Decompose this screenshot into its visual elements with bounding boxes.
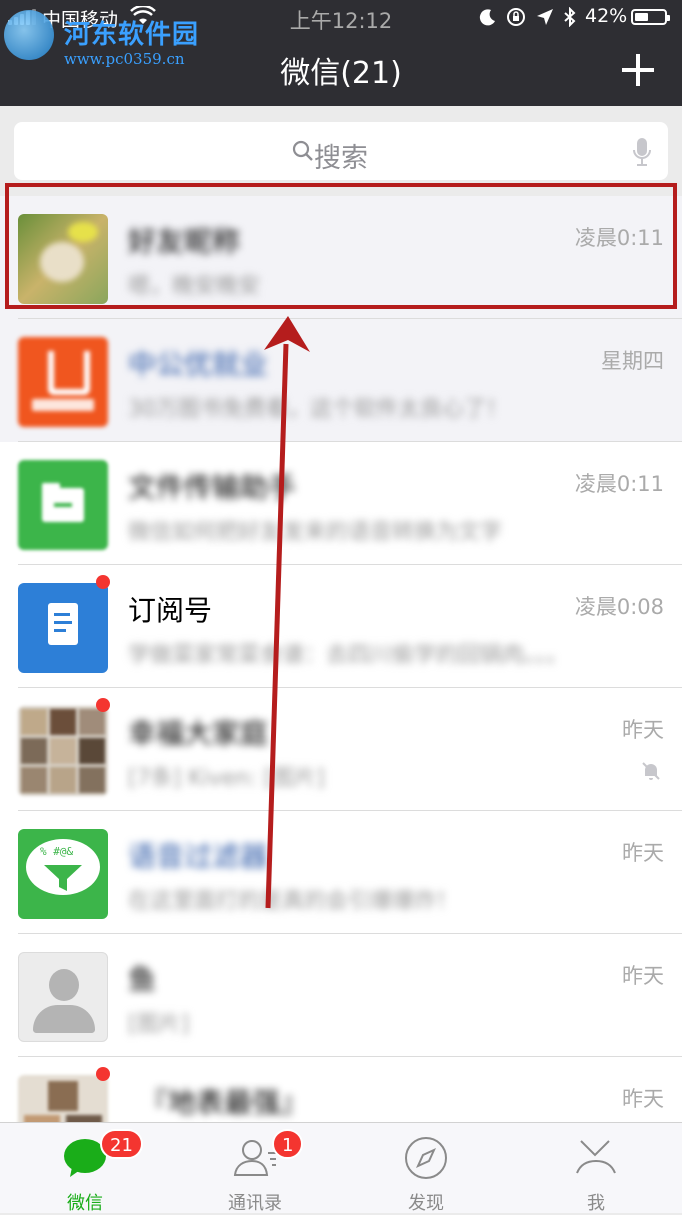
search-input[interactable]: 搜索	[14, 122, 668, 180]
tab-badge: 21	[100, 1129, 143, 1159]
unread-dot	[96, 575, 110, 589]
chat-row[interactable]: 『地表最强』 昨天	[0, 1057, 682, 1122]
group-avatar	[18, 706, 108, 796]
group-avatar-2	[18, 1075, 108, 1122]
chat-time: 星期四	[601, 349, 664, 373]
watermark: 河东软件园 www.pc0359.cn	[4, 6, 214, 68]
chat-time: 昨天	[622, 841, 664, 865]
chat-name: 幸福大家庭	[128, 717, 269, 750]
chat-name: 订阅号	[128, 594, 213, 627]
tab-discover[interactable]: 发现	[341, 1123, 511, 1214]
tab-chats[interactable]: 21 微信	[0, 1123, 170, 1214]
chat-time: 昨天	[622, 964, 664, 988]
chat-row[interactable]: 文件传输助手 微信如何把好友发来的语音转换为文字 凌晨0:11	[0, 442, 682, 565]
watermark-logo-icon	[4, 10, 54, 60]
mic-icon[interactable]	[632, 136, 652, 168]
subscription-avatar	[18, 583, 108, 673]
tab-label: 微信	[67, 1193, 103, 1214]
brand-u-avatar	[18, 337, 108, 427]
chat-time: 凌晨0:08	[574, 595, 664, 619]
unread-dot	[96, 698, 110, 712]
tab-bar: 21 微信 1 通讯录 发现 我	[0, 1122, 682, 1214]
tab-label: 发现	[408, 1193, 444, 1214]
top-bar: 中国移动 上午12:12 42% 微信(21) 河东软件园 www.pc0359…	[0, 0, 682, 106]
battery-percent: 42%	[585, 5, 628, 27]
tab-me[interactable]: 我	[511, 1123, 681, 1214]
bluetooth-icon	[564, 7, 576, 27]
chat-name: 鱼	[128, 963, 157, 996]
watermark-url: www.pc0359.cn	[64, 50, 185, 68]
chat-time: 昨天	[622, 718, 664, 742]
default-person-avatar	[18, 952, 108, 1042]
unread-dot	[96, 1067, 110, 1081]
chat-time: 昨天	[622, 1087, 664, 1111]
tab-label: 我	[587, 1193, 605, 1214]
chat-name: 语音过滤器	[128, 840, 269, 873]
chat-row[interactable]: 中公优就业 30万图书免费看，这个软件太良心了！ 星期四	[0, 319, 682, 442]
chat-preview: [7条] Kiven: [图片]	[128, 766, 325, 791]
location-icon	[537, 9, 553, 25]
chat-preview: 在这里面打的是真的会引爆爆炸！	[128, 889, 459, 914]
chat-preview: 30万图书免费看，这个软件太良心了！	[128, 397, 508, 422]
folder-avatar	[18, 460, 108, 550]
chat-row[interactable]: 幸福大家庭 [7条] Kiven: [图片] 昨天	[0, 688, 682, 811]
chat-list: 好友昵称 嗯，晚安晚安 凌晨0:11 中公优就业 30万图书免费看，这个软件太良…	[0, 196, 682, 1122]
watermark-name: 河东软件园	[64, 20, 200, 50]
annotation-highlight-box	[5, 183, 677, 309]
battery-icon	[631, 9, 670, 25]
rotation-lock-icon	[507, 8, 525, 26]
chat-row[interactable]: 订阅号 学做菜家常菜食谱：去四川偷学的回锅肉。。。 凌晨0:08	[0, 565, 682, 688]
tab-badge: 1	[272, 1129, 304, 1159]
funnel-avatar: % #@&	[18, 829, 108, 919]
chat-name: 『地表最强』	[140, 1086, 309, 1119]
search-area: 搜索	[0, 106, 682, 194]
compass-icon	[405, 1137, 447, 1179]
moon-icon	[479, 9, 495, 26]
search-placeholder: 搜索	[314, 143, 368, 174]
chat-name: 文件传输助手	[128, 471, 297, 504]
chat-preview: 学做菜家常菜食谱：去四川偷学的回锅肉。。。	[128, 643, 569, 668]
chat-row[interactable]: 鱼 [图片] 昨天	[0, 934, 682, 1057]
chat-preview: [图片]	[128, 1012, 190, 1037]
me-icon	[576, 1140, 616, 1174]
mute-bell-icon	[642, 762, 660, 780]
chat-name: 中公优就业	[128, 348, 269, 381]
tab-label: 通讯录	[228, 1193, 282, 1214]
chat-row[interactable]: % #@& 语音过滤器 在这里面打的是真的会引爆爆炸！ 昨天	[0, 811, 682, 934]
plus-icon[interactable]	[618, 50, 658, 90]
chat-preview: 微信如何把好友发来的语音转换为文字	[128, 520, 503, 545]
tab-contacts[interactable]: 1 通讯录	[170, 1123, 340, 1214]
chat-time: 凌晨0:11	[574, 472, 664, 496]
